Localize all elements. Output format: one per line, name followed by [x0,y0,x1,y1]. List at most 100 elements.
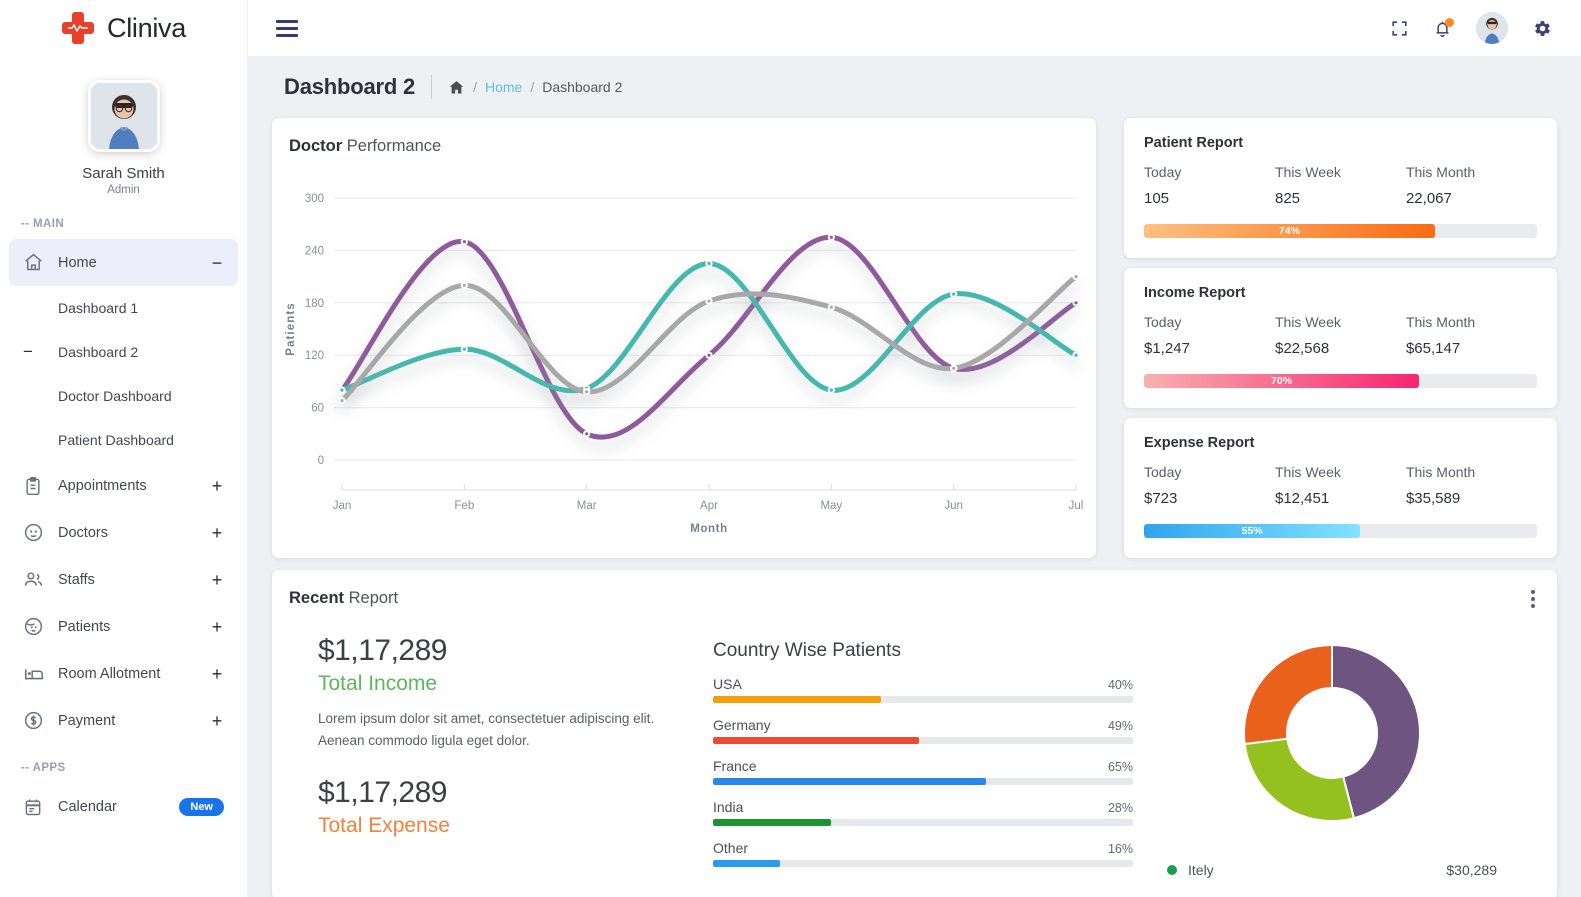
dollar-coin-icon [23,710,49,732]
total-income-label: Total Income [318,672,438,695]
stat-cell-week: This Week 825 [1275,164,1406,207]
expand-plus-icon[interactable]: + [210,665,224,683]
income-expense-column: $1,17,289 Total Income Lorem ipsum dolor… [298,634,713,878]
donut-chart-column: Itely $30,289 [1133,634,1531,878]
stat-value: $22,568 [1274,340,1330,357]
stat-header: This Month [1405,464,1476,480]
stat-value: 22,067 [1405,190,1452,207]
sidebar-item-payment[interactable]: Payment + [9,697,238,744]
country-bar-row: India 28% [713,799,1133,826]
breadcrumb-sep-2: / [530,79,535,95]
svg-text:Apr: Apr [700,500,718,512]
country-name: India [713,799,744,815]
sidebar-item-room-allotment[interactable]: Room Allotment + [9,650,238,697]
stat-grid: Today $1,247 This Week $22,568 This Mont… [1144,314,1537,357]
progress-bar: 55% [1144,524,1537,538]
collapse-minus-icon[interactable]: − [210,254,224,272]
country-bar-fill [713,696,881,703]
stat-header: Today [1144,464,1182,480]
home-icon[interactable] [448,79,465,96]
bell-icon[interactable] [1433,17,1454,38]
breadcrumb-link-home[interactable]: Home [485,79,522,95]
stat-header: Today [1144,314,1182,330]
page-title: Dashboard 2 [284,74,416,99]
sidebar-item-dashboard-1[interactable]: Dashboard 1 [9,286,238,330]
stat-header: This Month [1405,314,1476,330]
progress-label: 55% [1241,525,1263,537]
country-bar-row: USA 40% [713,676,1133,703]
svg-text:Jul: Jul [1069,500,1084,512]
main-area: Dashboard 2 / Home / Dashboard 2 Doctor … [248,0,1581,897]
sidebar-item-staffs[interactable]: Staffs + [9,556,238,603]
svg-text:Mar: Mar [577,500,597,512]
gear-icon[interactable] [1532,18,1553,39]
country-bar-row: Germany 49% [713,717,1133,744]
topbar [248,0,1581,56]
card-title: Expense Report [1144,435,1255,451]
sidebar-item-label-dashboard-2: Dashboard 2 [58,344,139,360]
sidebar-item-label-doctor-dashboard: Doctor Dashboard [58,388,172,404]
expand-plus-icon[interactable]: + [210,571,224,589]
donut-slice[interactable] [1243,737,1356,822]
total-income-amount: $1,17,289 [318,634,447,667]
sidebar-item-patients[interactable]: Patients + [9,603,238,650]
total-expense-label: Total Expense [318,813,450,837]
country-percent: 40% [1107,678,1133,692]
notification-dot [1445,17,1454,27]
profile-role: Admin [107,184,140,196]
fullscreen-icon[interactable] [1390,19,1409,38]
stat-value: $1,247 [1144,340,1190,357]
card-title-rest: Report [344,589,399,607]
sidebar-item-dashboard-2[interactable]: − Dashboard 2 [9,330,238,374]
stat-cell-month: This Month $35,589 [1406,464,1537,507]
brand-logo-block[interactable]: Cliniva [0,0,247,56]
svg-text:120: 120 [305,350,324,362]
avatar[interactable] [1476,12,1508,44]
country-bar-track [713,737,1133,744]
sidebar-item-appointments[interactable]: Appointments + [9,462,238,509]
report-cards-column: Patient Report Today 105 This Week 825 T… [1124,118,1557,558]
card-title: Recent Report [272,570,1557,608]
doctor-performance-card: Doctor Performance 0 60 120 180 240 300 Jan Feb… [272,118,1096,558]
sidebar-item-label-doctors: Doctors [58,524,108,541]
stat-value: $12,451 [1274,490,1330,507]
nav-section-label-main: -- MAIN [21,218,65,230]
expand-plus-icon[interactable]: + [210,477,224,495]
sidebar-item-doctor-dashboard[interactable]: Doctor Dashboard [9,374,238,418]
progress-bar: 70% [1144,374,1537,388]
income-report-card: Income Report Today $1,247 This Week $22… [1124,268,1557,408]
expand-plus-icon[interactable]: + [210,712,224,730]
donut-chart [1243,643,1421,822]
progress-label: 70% [1271,375,1293,387]
legend-item: Itely $30,289 [1167,862,1497,878]
sidebar-item-calendar[interactable]: Calendar New [9,783,238,830]
stat-value: 825 [1274,190,1301,207]
country-percent: 28% [1107,801,1133,815]
sidebar-nav-apps: -- APPS Calendar New [0,762,247,830]
recent-report-description: Lorem ipsum dolor sit amet, consectetuer… [318,711,655,748]
legend-color-dot [1167,865,1177,875]
svg-text:300: 300 [305,193,324,205]
sidebar-item-label-staffs: Staffs [58,571,95,588]
stat-value: 105 [1144,190,1170,207]
svg-text:Feb: Feb [454,500,474,512]
expand-plus-icon[interactable]: + [210,524,224,542]
country-chart-title: Country Wise Patients [713,640,901,661]
stat-header: This Week [1274,314,1341,330]
hamburger-icon[interactable] [276,19,298,37]
sidebar-item-patient-dashboard[interactable]: Patient Dashboard [9,418,238,462]
more-vertical-icon[interactable] [1531,590,1535,608]
country-bar-row: Other 16% [713,840,1133,867]
sidebar-item-home[interactable]: Home − [9,239,238,286]
donut-slice[interactable] [1243,643,1333,746]
sidebar-item-doctors[interactable]: Doctors + [9,509,238,556]
svg-text:Month: Month [690,523,727,535]
donut-legend: Itely $30,289 [1167,848,1497,878]
calendar-icon [23,796,49,818]
expand-plus-icon[interactable]: + [210,618,224,636]
avatar[interactable] [87,80,160,152]
nav-section-label-apps: -- APPS [21,762,66,774]
stat-value: $65,147 [1405,340,1461,357]
legend-label: Itely [1188,862,1214,878]
dashboard-top-row: Doctor Performance 0 60 120 180 240 300 Jan Feb… [272,118,1557,558]
